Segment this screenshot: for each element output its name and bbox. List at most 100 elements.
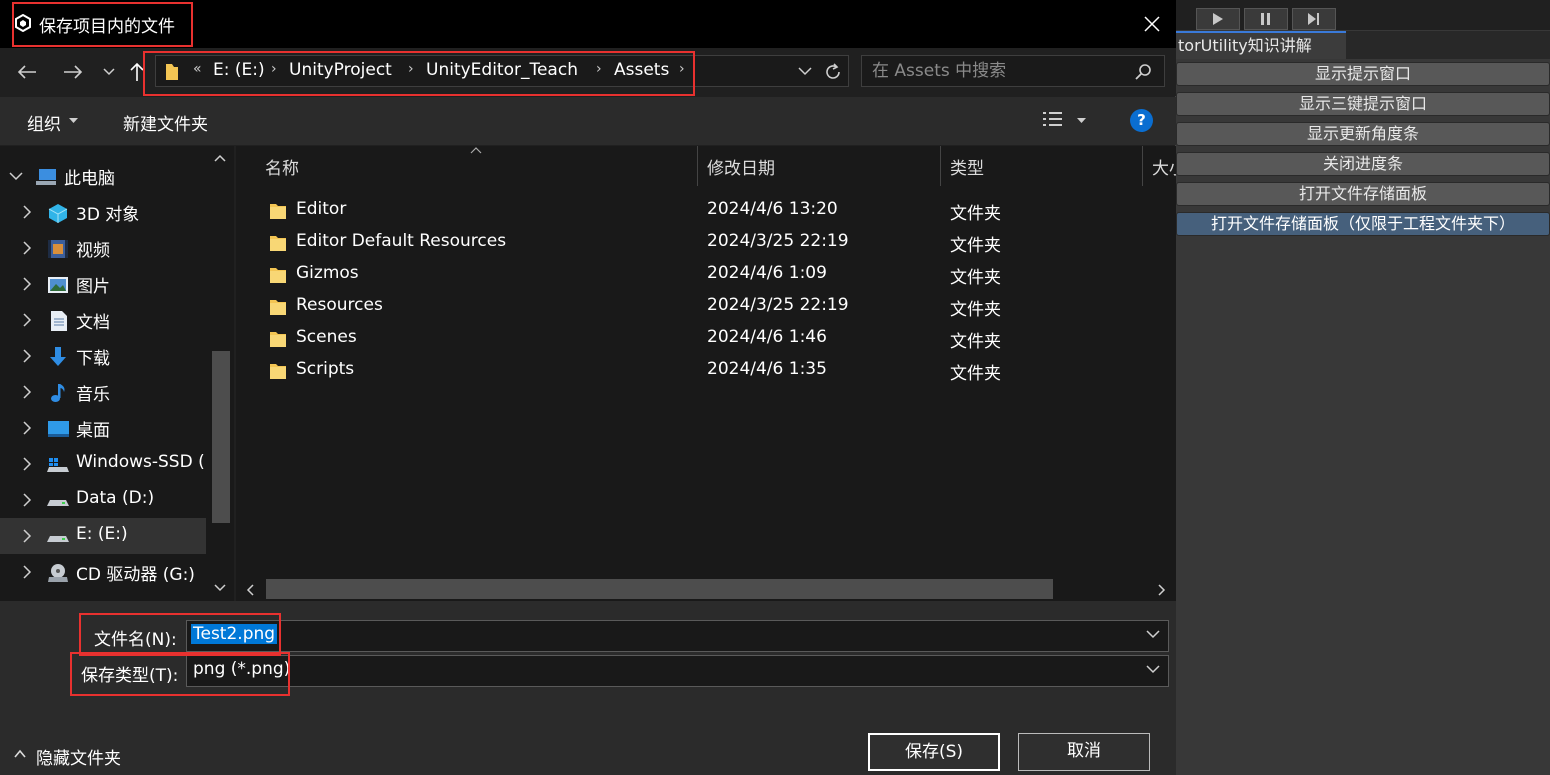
filename-value[interactable]: Test2.png	[191, 624, 278, 644]
tree-item-e-drive[interactable]: E: (E:)	[0, 518, 206, 554]
file-row[interactable]: Editor 2024/4/6 13:20 文件夹	[236, 195, 1176, 227]
column-divider[interactable]	[697, 146, 698, 186]
search-input[interactable]	[872, 60, 1122, 82]
new-folder-button[interactable]: 新建文件夹	[123, 110, 208, 135]
back-button[interactable]	[12, 58, 42, 86]
chevron-right-icon[interactable]	[20, 457, 34, 471]
file-modified: 2024/4/6 13:20	[707, 199, 838, 219]
breadcrumb-item[interactable]: UnityEditor_Teach	[426, 60, 578, 80]
scroll-up-icon[interactable]	[214, 154, 226, 162]
tree-item-data-drive[interactable]: Data (D:)	[0, 482, 206, 518]
column-header-size[interactable]: 大小	[1152, 154, 1176, 179]
chevron-right-icon[interactable]	[20, 277, 34, 291]
tree-item-videos[interactable]: 视频	[0, 230, 206, 266]
chevron-right-icon[interactable]	[20, 565, 34, 579]
refresh-icon[interactable]	[823, 62, 843, 82]
navigation-pane: 此电脑 3D 对象 视频 图片 文档 下载 音乐 桌面 Windows-SSD …	[0, 146, 234, 601]
chevron-right-icon[interactable]	[20, 205, 34, 219]
tree-item-this-pc[interactable]: 此电脑	[0, 158, 206, 194]
filename-label: 文件名(N):	[94, 630, 177, 650]
tree-item-downloads[interactable]: 下载	[0, 338, 206, 374]
horizontal-scrollbar[interactable]	[236, 576, 1176, 601]
up-button[interactable]	[122, 58, 152, 86]
file-row[interactable]: Resources 2024/3/25 22:19 文件夹	[236, 291, 1176, 323]
chevron-right-icon[interactable]	[20, 493, 34, 507]
search-box[interactable]	[861, 55, 1165, 87]
chevron-right-icon[interactable]	[20, 385, 34, 399]
folder-icon	[270, 268, 286, 283]
file-row[interactable]: Gizmos 2024/4/6 1:09 文件夹	[236, 259, 1176, 291]
open-save-panel-in-project-button[interactable]: 打开文件存储面板（仅限于工程文件夹下）	[1176, 212, 1550, 236]
horizontal-scrollbar-thumb[interactable]	[266, 579, 1053, 599]
tree-item-windows-ssd[interactable]: Windows-SSD (	[0, 446, 206, 482]
chevron-right-icon: ›	[679, 61, 685, 77]
tree-item-pictures[interactable]: 图片	[0, 266, 206, 302]
nav-scrollbar[interactable]	[206, 146, 234, 601]
tree-item-label: 3D 对象	[76, 205, 140, 225]
view-list-icon[interactable]	[1042, 110, 1064, 130]
filetype-select[interactable]: png (*.png)	[186, 655, 1169, 687]
unity-window-tab[interactable]: torUtility知识讲解	[1176, 31, 1346, 59]
tree-item-label: 视频	[76, 241, 110, 261]
arrow-right-icon	[64, 65, 83, 79]
chevron-right-icon[interactable]	[20, 529, 34, 543]
desktop-icon	[48, 421, 69, 437]
breadcrumb-item[interactable]: UnityProject	[289, 60, 392, 80]
column-header-type[interactable]: 类型	[950, 154, 984, 179]
filetype-value[interactable]: png (*.png)	[191, 659, 292, 679]
scroll-down-icon[interactable]	[214, 584, 226, 592]
chevron-right-icon[interactable]	[20, 349, 34, 363]
address-bar[interactable]: « E: (E:) › UnityProject › UnityEditor_T…	[155, 55, 849, 87]
breadcrumb-item[interactable]: E: (E:)	[213, 60, 265, 80]
forward-button[interactable]	[58, 58, 88, 86]
close-button[interactable]	[1130, 4, 1174, 44]
column-header-name[interactable]: 名称	[265, 154, 299, 179]
breadcrumb-overflow[interactable]: «	[193, 61, 202, 77]
nav-scrollbar-thumb[interactable]	[212, 351, 230, 523]
tree-item-desktop[interactable]: 桌面	[0, 410, 206, 446]
chevron-down-icon[interactable]	[798, 67, 812, 76]
caret-down-icon[interactable]	[1077, 118, 1086, 124]
chevron-down-icon[interactable]	[1146, 630, 1160, 639]
column-divider[interactable]	[1142, 146, 1143, 186]
close-progress-bar-button[interactable]: 关闭进度条	[1176, 152, 1550, 176]
step-button[interactable]	[1292, 8, 1336, 30]
tree-item-label: E: (E:)	[76, 524, 128, 544]
chevron-right-icon[interactable]	[20, 313, 34, 327]
chevron-down-icon[interactable]	[1146, 665, 1160, 674]
tree-item-3d-objects[interactable]: 3D 对象	[0, 194, 206, 230]
column-divider[interactable]	[940, 146, 941, 186]
tree-item-label: CD 驱动器 (G:)	[76, 565, 195, 585]
show-dialog-button[interactable]: 显示提示窗口	[1176, 62, 1550, 86]
folder-icon	[270, 300, 286, 315]
scroll-left-icon[interactable]	[246, 584, 254, 596]
show-progress-bar-button[interactable]: 显示更新角度条	[1176, 122, 1550, 146]
play-button[interactable]	[1196, 8, 1240, 30]
3d-objects-icon	[48, 204, 68, 223]
recent-locations-button[interactable]	[94, 58, 124, 86]
show-three-button-dialog-button[interactable]: 显示三键提示窗口	[1176, 92, 1550, 116]
folder-icon	[270, 236, 286, 251]
tree-item-cd-drive[interactable]: CD 驱动器 (G:)	[0, 554, 206, 590]
chevron-right-icon[interactable]	[20, 421, 34, 435]
pause-icon	[1261, 13, 1270, 25]
filename-field[interactable]: Test2.png	[186, 620, 1169, 652]
file-row[interactable]: Editor Default Resources 2024/3/25 22:19…	[236, 227, 1176, 259]
tree-item-documents[interactable]: 文档	[0, 302, 206, 338]
column-header-modified[interactable]: 修改日期	[707, 154, 775, 179]
scroll-right-icon[interactable]	[1158, 584, 1166, 596]
search-icon[interactable]	[1134, 63, 1152, 81]
breadcrumb-item[interactable]: Assets	[614, 60, 669, 80]
pause-button[interactable]	[1244, 8, 1288, 30]
chevron-down-icon[interactable]	[9, 169, 23, 183]
chevron-right-icon: ›	[271, 61, 277, 77]
file-row[interactable]: Scripts 2024/4/6 1:35 文件夹	[236, 355, 1176, 387]
cancel-button[interactable]: 取消	[1018, 733, 1150, 771]
organize-menu[interactable]: 组织	[27, 110, 61, 135]
help-icon[interactable]: ?	[1130, 109, 1153, 132]
chevron-right-icon[interactable]	[20, 241, 34, 255]
save-button[interactable]: 保存(S)	[868, 733, 1000, 771]
file-row[interactable]: Scenes 2024/4/6 1:46 文件夹	[236, 323, 1176, 355]
tree-item-music[interactable]: 音乐	[0, 374, 206, 410]
open-save-panel-button[interactable]: 打开文件存储面板	[1176, 182, 1550, 206]
